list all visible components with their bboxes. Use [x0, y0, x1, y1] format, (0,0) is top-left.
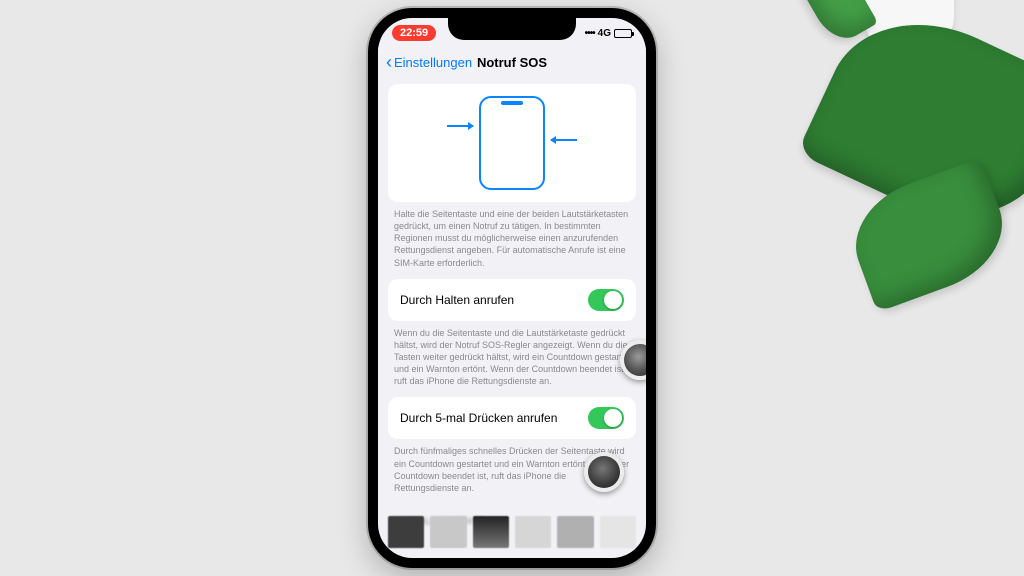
status-right: •••• 4G — [585, 28, 632, 39]
setting-hold-to-call[interactable]: Durch Halten anrufen — [388, 279, 636, 321]
back-label: Einstellungen — [394, 55, 472, 70]
nav-bar: ‹ Einstellungen Notruf SOS — [378, 46, 646, 78]
thumb — [473, 516, 509, 548]
battery-icon — [614, 29, 632, 38]
toggle-press5[interactable] — [588, 407, 624, 429]
notch — [448, 18, 576, 40]
thumb — [515, 516, 551, 548]
time-recording-pill[interactable]: 22:59 — [392, 25, 436, 41]
thumbnail-strip — [388, 516, 636, 548]
thumb — [388, 516, 424, 548]
setting-label: Durch Halten anrufen — [400, 293, 514, 307]
thumb — [430, 516, 466, 548]
arrow-right-icon — [551, 139, 577, 141]
signal-icon: •••• — [585, 28, 595, 39]
setting-label: Durch 5-mal Drücken anrufen — [400, 411, 557, 425]
setting-hold-desc: Wenn du die Seitentaste und die Lautstär… — [388, 321, 636, 398]
iphone-frame: 22:59 •••• 4G ‹ Einstellungen Notruf SOS… — [368, 8, 656, 568]
toggle-hold[interactable] — [588, 289, 624, 311]
assistive-touch-icon[interactable] — [584, 452, 624, 492]
thumb — [557, 516, 593, 548]
page-title: Notruf SOS — [477, 55, 547, 70]
setting-press5-to-call[interactable]: Durch 5-mal Drücken anrufen — [388, 397, 636, 439]
arrow-left-icon — [447, 125, 473, 127]
network-label: 4G — [598, 28, 611, 39]
intro-text: Halte die Seitentaste und eine der beide… — [388, 202, 636, 279]
thumb — [600, 516, 636, 548]
illustration-card — [388, 84, 636, 202]
chevron-left-icon: ‹ — [386, 53, 392, 71]
screen: 22:59 •••• 4G ‹ Einstellungen Notruf SOS… — [378, 18, 646, 558]
phone-illustration — [479, 96, 545, 190]
back-button[interactable]: ‹ Einstellungen — [386, 53, 472, 71]
